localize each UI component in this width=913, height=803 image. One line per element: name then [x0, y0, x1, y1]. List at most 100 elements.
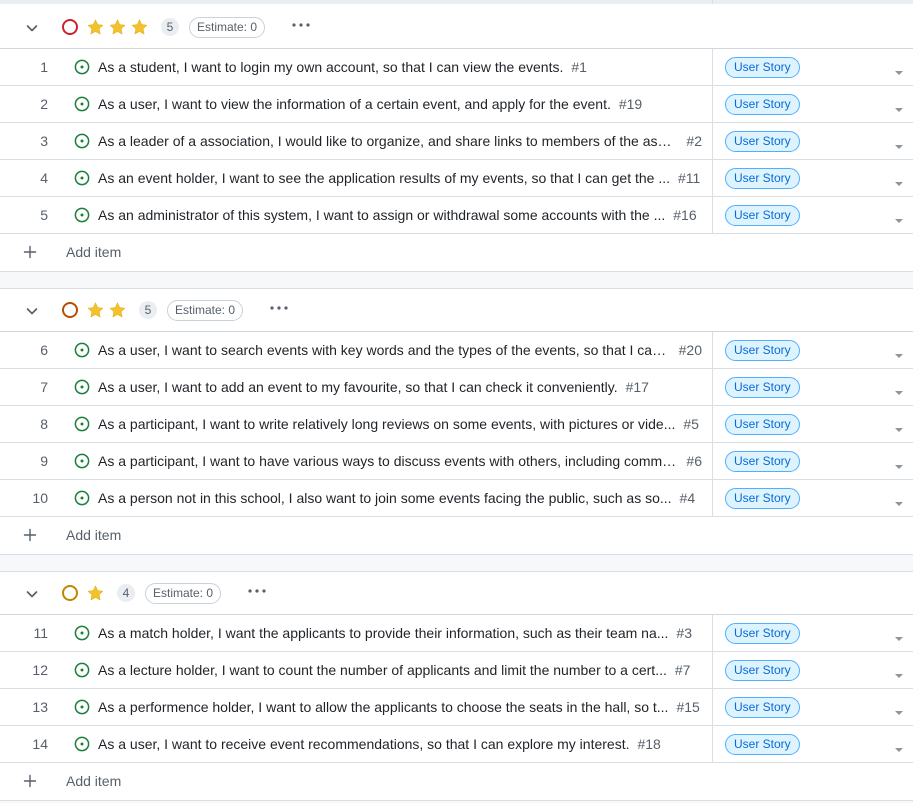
add-item-row[interactable]: Add item	[0, 763, 913, 800]
issue-title-text[interactable]: As a student, I want to login my own acc…	[98, 49, 563, 85]
label-badge[interactable]: User Story	[725, 451, 800, 472]
label-badge[interactable]: User Story	[725, 623, 800, 644]
dropdown-caret-icon[interactable]	[894, 64, 904, 75]
more-options-icon[interactable]	[267, 300, 291, 320]
table-row[interactable]: 6 As a user, I want to search events with…	[0, 332, 913, 369]
more-options-icon[interactable]	[289, 17, 313, 37]
table-row[interactable]: 11 As a match holder, I want the applican…	[0, 615, 913, 652]
issue-title[interactable]: As a performence holder, I want to allow…	[98, 689, 702, 725]
chevron-down-icon[interactable]	[24, 586, 40, 602]
dropdown-caret-icon[interactable]	[894, 138, 904, 149]
plus-icon[interactable]	[22, 773, 38, 789]
label-badge[interactable]: User Story	[725, 94, 800, 115]
dropdown-caret-icon[interactable]	[894, 704, 904, 715]
issue-title[interactable]: As a user, I want to search events with …	[98, 332, 702, 368]
label-badge[interactable]: User Story	[725, 57, 800, 78]
issue-title[interactable]: As a participant, I want to write relati…	[98, 406, 702, 442]
chevron-down-icon[interactable]	[24, 303, 40, 319]
plus-icon[interactable]	[22, 244, 38, 260]
issue-title-text[interactable]: As a leader of a association, I would li…	[98, 123, 678, 159]
issue-title-text[interactable]: As an administrator of this system, I wa…	[98, 197, 665, 233]
issue-title[interactable]: As a leader of a association, I would li…	[98, 123, 702, 159]
dropdown-caret-icon[interactable]	[894, 175, 904, 186]
issue-title-text[interactable]: As a participant, I want to have various…	[98, 443, 678, 479]
table-row[interactable]: 14 As a user, I want to receive event rec…	[0, 726, 913, 763]
plus-icon[interactable]	[22, 527, 38, 543]
label-badge[interactable]: User Story	[725, 205, 800, 226]
dropdown-caret-icon[interactable]	[894, 212, 904, 223]
issue-title[interactable]: As a match holder, I want the applicants…	[98, 615, 702, 651]
table-row[interactable]: 5 As an administrator of this system, I w…	[0, 197, 913, 234]
issue-title-text[interactable]: As a person not in this school, I also w…	[98, 480, 672, 516]
issue-title[interactable]: As a student, I want to login my own acc…	[98, 49, 702, 85]
issue-open-icon	[74, 342, 90, 358]
label-badge[interactable]: User Story	[725, 734, 800, 755]
priority-ring-icon	[62, 19, 78, 35]
issue-title[interactable]: As a user, I want to view the informatio…	[98, 86, 702, 122]
dropdown-caret-icon[interactable]	[894, 458, 904, 469]
dropdown-caret-icon[interactable]	[894, 101, 904, 112]
table-row[interactable]: 1 As a student, I want to login my own ac…	[0, 49, 913, 86]
item-count-badge: 5	[161, 18, 179, 36]
issue-title-text[interactable]: As a performence holder, I want to allow…	[98, 689, 668, 725]
label-badge[interactable]: User Story	[725, 697, 800, 718]
row-number: 14	[32, 736, 48, 752]
label-badge[interactable]: User Story	[725, 660, 800, 681]
dropdown-caret-icon[interactable]	[894, 384, 904, 395]
row-number: 6	[40, 342, 48, 358]
label-badge[interactable]: User Story	[725, 414, 800, 435]
table-row[interactable]: 4 As an event holder, I want to see the a…	[0, 160, 913, 197]
table-row[interactable]: 12 As a lecture holder, I want to count t…	[0, 652, 913, 689]
table-row[interactable]: 10 As a person not in this school, I also…	[0, 480, 913, 517]
issue-title[interactable]: As an event holder, I want to see the ap…	[98, 160, 702, 196]
project-board: 5 Estimate: 0 1 As a student, I want to log…	[0, 0, 913, 803]
label-badge[interactable]: User Story	[725, 488, 800, 509]
issue-number: #7	[674, 662, 691, 678]
row-number: 3	[40, 133, 48, 149]
column-divider	[712, 332, 713, 368]
label-badge[interactable]: User Story	[725, 131, 800, 152]
issue-title[interactable]: As an administrator of this system, I wa…	[98, 197, 702, 233]
issue-title-text[interactable]: As a user, I want to add an event to my …	[98, 369, 618, 405]
dropdown-caret-icon[interactable]	[894, 667, 904, 678]
issue-title-text[interactable]: As an event holder, I want to see the ap…	[98, 160, 670, 196]
issue-title-text[interactable]: As a user, I want to receive event recom…	[98, 726, 629, 762]
table-row[interactable]: 2 As a user, I want to view the informati…	[0, 86, 913, 123]
issue-title-text[interactable]: As a lecture holder, I want to count the…	[98, 652, 667, 688]
issue-title-text[interactable]: As a user, I want to view the informatio…	[98, 86, 611, 122]
row-number: 5	[40, 207, 48, 223]
table-row[interactable]: 8 As a participant, I want to write relat…	[0, 406, 913, 443]
issue-title[interactable]: As a user, I want to receive event recom…	[98, 726, 702, 762]
table-row[interactable]: 7 As a user, I want to add an event to my…	[0, 369, 913, 406]
table-row[interactable]: 9 As a participant, I want to have variou…	[0, 443, 913, 480]
label-badge[interactable]: User Story	[725, 377, 800, 398]
priority-stars	[86, 18, 149, 38]
group-header: 4 Estimate: 0	[0, 572, 913, 616]
row-number: 11	[33, 625, 48, 641]
issue-title-text[interactable]: As a match holder, I want the applicants…	[98, 615, 668, 651]
issue-title[interactable]: As a lecture holder, I want to count the…	[98, 652, 702, 688]
column-divider	[712, 443, 713, 479]
add-item-label[interactable]: Add item	[66, 234, 121, 271]
add-item-row[interactable]: Add item	[0, 517, 913, 554]
issue-title-text[interactable]: As a participant, I want to write relati…	[98, 406, 675, 442]
issue-title-text[interactable]: As a user, I want to search events with …	[98, 332, 671, 368]
add-item-row[interactable]: Add item	[0, 234, 913, 271]
issue-title[interactable]: As a person not in this school, I also w…	[98, 480, 702, 516]
dropdown-caret-icon[interactable]	[894, 347, 904, 358]
dropdown-caret-icon[interactable]	[894, 495, 904, 506]
label-badge[interactable]: User Story	[725, 340, 800, 361]
more-options-icon[interactable]	[245, 583, 269, 603]
issue-title[interactable]: As a participant, I want to have various…	[98, 443, 702, 479]
label-badge[interactable]: User Story	[725, 168, 800, 189]
add-item-label[interactable]: Add item	[66, 517, 121, 554]
issue-title[interactable]: As a user, I want to add an event to my …	[98, 369, 702, 405]
table-row[interactable]: 3 As a leader of a association, I would l…	[0, 123, 913, 160]
dropdown-caret-icon[interactable]	[894, 630, 904, 641]
chevron-down-icon[interactable]	[24, 20, 40, 36]
item-count-badge: 5	[139, 301, 157, 319]
table-row[interactable]: 13 As a performence holder, I want to all…	[0, 689, 913, 726]
add-item-label[interactable]: Add item	[66, 763, 121, 800]
dropdown-caret-icon[interactable]	[894, 741, 904, 752]
dropdown-caret-icon[interactable]	[894, 421, 904, 432]
